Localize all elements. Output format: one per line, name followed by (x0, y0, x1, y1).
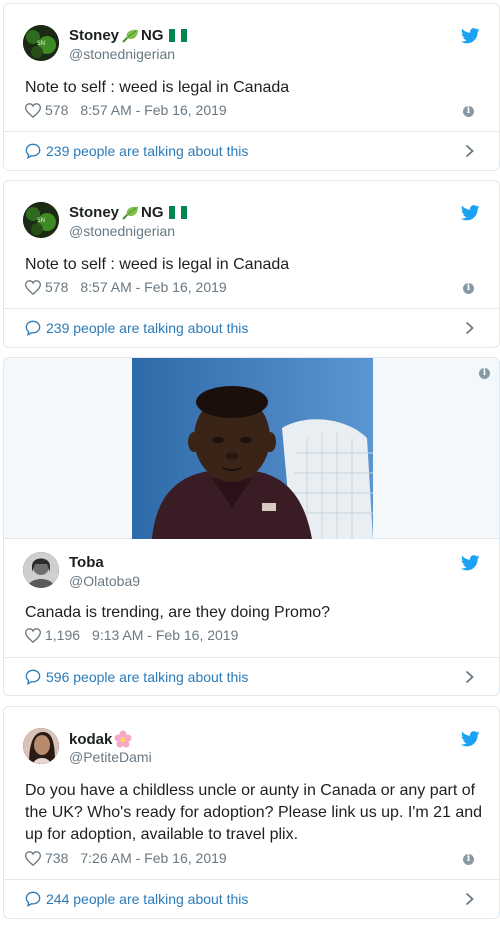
chat-bubble-icon (25, 669, 41, 685)
tweet-text: Canada is trending, are they doing Promo… (25, 604, 331, 621)
talking-count-link[interactable]: 244 people are talking about this (46, 891, 248, 907)
avatar[interactable]: SN (23, 202, 59, 238)
nigeria-flag-icon (168, 206, 187, 219)
handle[interactable]: @stonednigerian (69, 223, 175, 239)
nigeria-flag-icon (168, 29, 187, 42)
chat-bubble-icon (25, 320, 41, 336)
handle[interactable]: @stonednigerian (69, 46, 175, 62)
media-container[interactable]: i (4, 358, 499, 539)
leaf-emoji-icon (121, 28, 141, 44)
twitter-bird-icon[interactable] (461, 28, 480, 44)
chevron-right-icon[interactable] (465, 892, 474, 906)
display-name-suffix[interactable]: NG (141, 27, 164, 44)
chevron-right-icon[interactable] (465, 321, 474, 335)
chevron-right-icon[interactable] (465, 144, 474, 158)
svg-text:SN: SN (37, 217, 45, 224)
info-icon[interactable]: i (463, 283, 474, 294)
leaf-emoji-icon (121, 205, 141, 221)
talking-count-link[interactable]: 239 people are talking about this (46, 320, 248, 336)
timestamp[interactable]: 8:57 AM - Feb 16, 2019 (80, 102, 226, 118)
talking-link[interactable]: 596 people are talking about this (4, 657, 499, 695)
tweet-card[interactable]: kodak @PetiteDami Do you have a childles… (3, 706, 500, 919)
flower-emoji-icon (114, 730, 132, 748)
info-icon[interactable]: i (479, 368, 490, 379)
like-count: 1,196 (45, 627, 81, 643)
tweet-text: Note to self : weed is legal in Canada (25, 256, 290, 273)
twitter-bird-icon[interactable] (461, 205, 480, 221)
tweet-text: Note to self : weed is legal in Canada (25, 79, 290, 96)
chevron-right-icon[interactable] (465, 670, 474, 684)
display-name[interactable]: Toba (69, 554, 104, 571)
heart-icon[interactable] (25, 279, 41, 295)
heart-icon[interactable] (25, 627, 41, 643)
talking-count-link[interactable]: 239 people are talking about this (46, 143, 248, 159)
display-name-suffix[interactable]: NG (141, 204, 164, 221)
info-icon[interactable]: i (463, 106, 474, 117)
avatar[interactable]: SN (23, 25, 59, 61)
like-count: 578 (45, 102, 69, 118)
timestamp[interactable]: 9:13 AM - Feb 16, 2019 (92, 627, 238, 643)
tweet-card[interactable]: SN Stoney NG @stonednigerian Note to sel… (3, 180, 500, 348)
talking-link[interactable]: 239 people are talking about this (4, 131, 499, 170)
display-name[interactable]: Stoney (69, 27, 119, 44)
tweet-text: Do you have a childless uncle or aunty i… (25, 782, 483, 843)
timestamp[interactable]: 7:26 AM - Feb 16, 2019 (80, 850, 226, 866)
twitter-bird-icon[interactable] (461, 731, 480, 747)
handle[interactable]: @Olatoba9 (69, 573, 140, 589)
svg-text:SN: SN (37, 40, 45, 47)
info-icon[interactable]: i (463, 854, 474, 865)
heart-icon[interactable] (25, 102, 41, 118)
avatar[interactable] (23, 552, 59, 588)
handle[interactable]: @PetiteDami (69, 749, 152, 765)
tweet-card[interactable]: SN Stoney NG @stonednigerian Note to sel… (3, 3, 500, 171)
tweet-photo[interactable] (132, 358, 373, 539)
heart-icon[interactable] (25, 850, 41, 866)
chat-bubble-icon (25, 143, 41, 159)
display-name[interactable]: Stoney (69, 204, 119, 221)
talking-link[interactable]: 244 people are talking about this (4, 879, 499, 918)
display-name[interactable]: kodak (69, 731, 112, 748)
avatar[interactable] (23, 728, 59, 764)
talking-count-link[interactable]: 596 people are talking about this (46, 669, 248, 685)
timestamp[interactable]: 8:57 AM - Feb 16, 2019 (80, 279, 226, 295)
like-count: 578 (45, 279, 69, 295)
twitter-bird-icon[interactable] (461, 555, 480, 571)
chat-bubble-icon (25, 891, 41, 907)
like-count: 738 (45, 850, 69, 866)
talking-link[interactable]: 239 people are talking about this (4, 308, 499, 347)
tweet-card[interactable]: i Toba @Olatoba9 Canada is trending, are… (3, 357, 500, 696)
